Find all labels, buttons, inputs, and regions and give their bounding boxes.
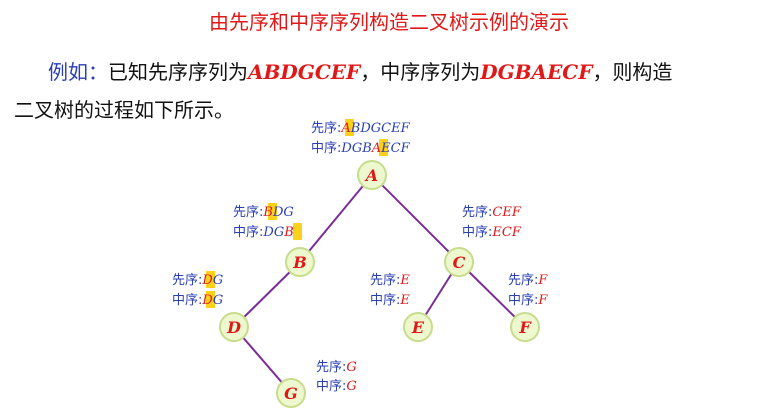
in-seq: F — [537, 293, 548, 308]
binary-tree-diagram: A B C D E F G 先序:ABDGCEF 中序:DGBAECF 先序:B… — [172, 119, 548, 408]
annotation-C-pre: 先序:CEF — [462, 205, 522, 220]
annotation-A: 先序:ABDGCEF 中序:DGBAECF — [311, 119, 411, 156]
in-label: 中序: — [316, 379, 346, 394]
in-seq: E — [399, 293, 410, 308]
highlight-B-in — [293, 223, 302, 240]
annotation-E-in: 中序:E — [370, 293, 410, 308]
pre-label: 先序: — [172, 273, 202, 288]
tree-node-C: C — [444, 247, 474, 277]
in-before: DGB — [340, 141, 371, 156]
in-hl: A — [371, 141, 381, 156]
node-label-A: A — [364, 166, 378, 185]
annotation-C: 先序:CEF 中序:ECF — [462, 205, 522, 240]
pre-hl: A — [340, 121, 350, 136]
in-label: 中序: — [311, 141, 341, 156]
annotation-A-pre: 先序:ABDGCEF — [311, 121, 411, 136]
pre-label: 先序: — [316, 360, 346, 375]
pre-hl: B — [262, 205, 273, 220]
annotation-G-in: 中序:G — [316, 379, 357, 394]
annotation-F: 先序:F 中序:F — [508, 273, 548, 308]
in-after: ECF — [380, 141, 410, 156]
pre-label: 先序: — [462, 205, 492, 220]
in-label: 中序: — [172, 293, 202, 308]
tree-node-D: D — [219, 312, 249, 342]
pre-hl: D — [201, 273, 213, 288]
in-seq: ECF — [491, 225, 521, 240]
node-label-F: F — [518, 318, 532, 337]
node-label-B: B — [292, 253, 307, 272]
annotation-G: 先序:G 中序:G — [316, 360, 357, 394]
pre-label: 先序: — [233, 205, 263, 220]
pre-rest: G — [213, 273, 223, 288]
annotation-F-in: 中序:F — [508, 293, 548, 308]
in-label: 中序: — [233, 225, 263, 240]
annotation-F-pre: 先序:F — [508, 273, 548, 288]
pre-rest: BDGCEF — [350, 121, 411, 136]
annotation-D-in: 中序:DG — [172, 293, 223, 308]
tree-node-G: G — [276, 378, 306, 408]
in-label: 中序: — [462, 225, 492, 240]
pre-seq: F — [537, 273, 548, 288]
annotation-G-pre: 先序:G — [316, 360, 357, 375]
annotation-B-pre: 先序:BDG — [233, 205, 294, 220]
annotation-D-pre: 先序:DG — [172, 273, 223, 288]
annotation-E-pre: 先序:E — [370, 273, 410, 288]
in-after: G — [213, 293, 223, 308]
annotation-B: 先序:BDG 中序:DGB — [233, 203, 302, 240]
edge-A-C — [371, 174, 460, 263]
node-label-G: G — [284, 384, 298, 403]
tree-node-E: E — [403, 312, 433, 342]
annotation-A-in: 中序:DGBAECF — [311, 141, 411, 156]
in-hl: B — [283, 225, 294, 240]
pre-label: 先序: — [311, 121, 341, 136]
tree-node-F: F — [510, 312, 540, 342]
node-label-D: D — [226, 318, 241, 337]
in-label: 中序: — [370, 293, 400, 308]
edge-A-B — [299, 174, 373, 263]
pre-label: 先序: — [508, 273, 538, 288]
tree-node-A: A — [357, 160, 387, 190]
annotation-D: 先序:DG 中序:DG — [172, 271, 223, 308]
pre-rest: DG — [272, 205, 294, 220]
in-before: DG — [262, 225, 284, 240]
pre-seq: E — [399, 273, 410, 288]
tree-node-B: B — [285, 247, 315, 277]
pre-label: 先序: — [370, 273, 400, 288]
pre-seq: CEF — [492, 205, 521, 220]
annotation-C-in: 中序:ECF — [462, 225, 522, 240]
annotation-B-in: 中序:DGB — [233, 225, 294, 240]
node-label-E: E — [411, 318, 425, 337]
annotation-E: 先序:E 中序:E — [370, 273, 410, 308]
in-hl: D — [201, 293, 213, 308]
in-label: 中序: — [508, 293, 538, 308]
in-seq: G — [346, 379, 356, 394]
pre-seq: G — [346, 360, 356, 375]
node-label-C: C — [453, 253, 466, 272]
